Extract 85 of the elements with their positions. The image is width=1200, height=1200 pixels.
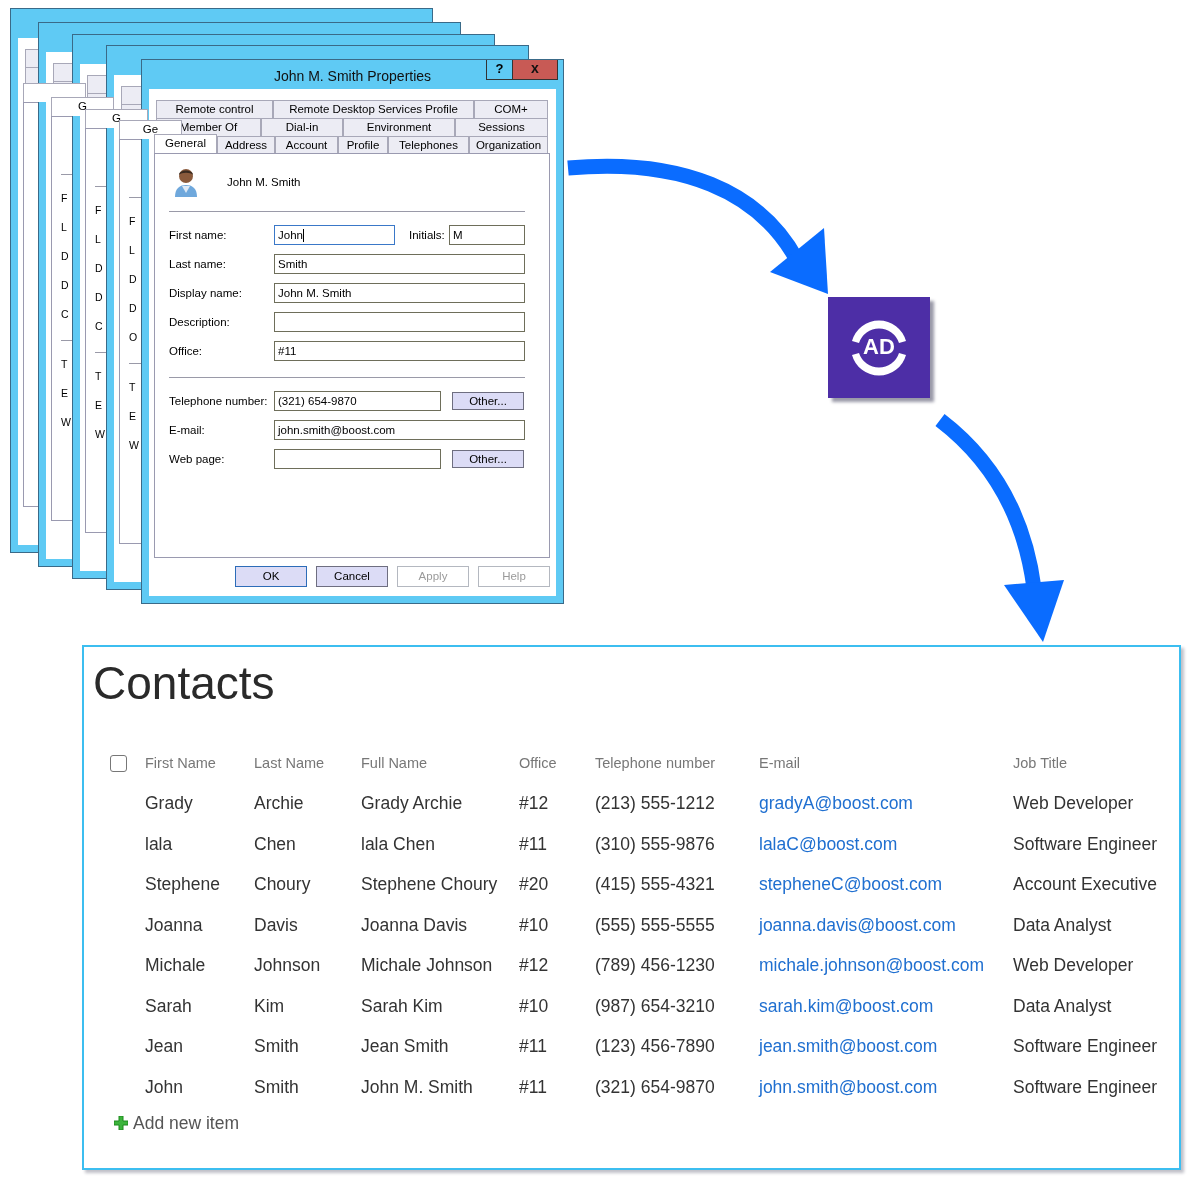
table-cell-text: (555) 555-5555	[595, 914, 716, 936]
field-label: Web page:	[169, 453, 226, 465]
user-name: John M. Smith	[227, 176, 301, 188]
field-label: First name:	[169, 229, 228, 241]
table-cell-text: Web Developer	[1013, 793, 1135, 815]
table-cell-text: Account Executive	[1013, 874, 1158, 896]
table-cell-text: Smith	[254, 1076, 300, 1098]
table-cell-text: Davis	[254, 914, 299, 936]
field-label: D	[95, 291, 103, 303]
field-label: W	[61, 416, 71, 428]
field-label: Office:	[169, 345, 204, 357]
table-cell-text: Johnson	[254, 955, 322, 977]
table-cell-text: John	[145, 1076, 184, 1098]
table-cell-text: (213) 555-1212	[595, 793, 716, 815]
table-cell-text: Jean	[145, 1036, 184, 1058]
table-cell-text: Software Engineer	[1013, 1036, 1158, 1058]
table-cell-text: #12	[519, 793, 550, 815]
field-label: Telephone number:	[169, 395, 269, 407]
table-cell-text: #11	[519, 833, 548, 855]
table-cell-text: Sarah Kim	[361, 995, 444, 1017]
field-label: E-mail:	[169, 424, 206, 436]
field-label: C	[61, 308, 69, 320]
field-label: D	[129, 273, 137, 285]
field-label: T	[61, 358, 68, 370]
table-cell-text: (321) 654-9870	[595, 1076, 716, 1098]
page-title: Contacts	[93, 656, 276, 711]
table-cell-text: Joanna Davis	[361, 914, 469, 936]
table-cell-text: Grady	[145, 793, 194, 815]
table-cell-text: #10	[519, 995, 550, 1017]
table-cell-text: (415) 555-4321	[595, 874, 716, 896]
field-label: C	[95, 320, 103, 332]
table-cell-text: John M. Smith	[361, 1076, 474, 1098]
table-cell-text: Smith	[254, 1036, 300, 1058]
table-cell-text: lala Chen	[361, 833, 436, 855]
table-cell-text: Joanna	[145, 914, 204, 936]
table-cell-text: Chen	[254, 833, 297, 855]
table-cell-text: Stephene Choury	[361, 874, 499, 896]
table-cell-text: Software Engineer	[1013, 833, 1158, 855]
field-label: D	[61, 279, 69, 291]
table-cell-text: Kim	[254, 995, 286, 1017]
table-cell-text: Grady Archie	[361, 793, 464, 815]
table-cell-text: Data Analyst	[1013, 914, 1113, 936]
logo-text: AD	[863, 333, 895, 360]
table-cell-text: Archie	[254, 793, 305, 815]
table-cell-text: #10	[519, 914, 550, 936]
field-label: Initials:	[409, 229, 446, 241]
table-cell-text: (310) 555-9876	[595, 833, 716, 855]
field-label: T	[129, 381, 136, 393]
field-label: L	[129, 244, 135, 256]
field-label: L	[95, 233, 101, 245]
table-cell-text: Sarah	[145, 995, 193, 1017]
table-cell-text: Web Developer	[1013, 955, 1135, 977]
table-cell-text: Michale	[145, 955, 207, 977]
table-cell-text: Data Analyst	[1013, 995, 1113, 1017]
field-label: D	[95, 262, 103, 274]
field-label: F	[61, 192, 68, 204]
field-label: L	[61, 221, 67, 233]
field-label: O	[129, 331, 138, 343]
field-label: E	[129, 410, 136, 422]
field-label: D	[129, 302, 137, 314]
field-label: F	[129, 215, 136, 227]
table-cell-text: (123) 456-7890	[595, 1036, 716, 1058]
table-cell-text: #11	[519, 1076, 548, 1098]
table-cell-text: lala	[145, 833, 174, 855]
field-label: T	[95, 370, 102, 382]
table-cell-text: Software Engineer	[1013, 1076, 1158, 1098]
field-label: Last name:	[169, 258, 227, 270]
table-cell-text: Michale Johnson	[361, 955, 494, 977]
table-cell-text: (987) 654-3210	[595, 995, 716, 1017]
field-label: D	[61, 250, 69, 262]
field-label: F	[95, 204, 102, 216]
table-cell-text: Stephene	[145, 874, 221, 896]
field-label: Description:	[169, 316, 231, 328]
table-cell-text: Choury	[254, 874, 312, 896]
table-cell-text: (789) 456-1230	[595, 955, 716, 977]
table-cell-text: #12	[519, 955, 550, 977]
field-label: W	[95, 428, 105, 440]
table-cell-text: #11	[519, 1036, 548, 1058]
field-label: W	[129, 439, 139, 451]
table-cell-text: Jean Smith	[361, 1036, 450, 1058]
field-label: Display name:	[169, 287, 243, 299]
table-cell-text: #20	[519, 874, 550, 896]
field-label: E	[61, 387, 68, 399]
window-title: John M. Smith Properties	[273, 67, 432, 84]
field-label: E	[95, 399, 102, 411]
